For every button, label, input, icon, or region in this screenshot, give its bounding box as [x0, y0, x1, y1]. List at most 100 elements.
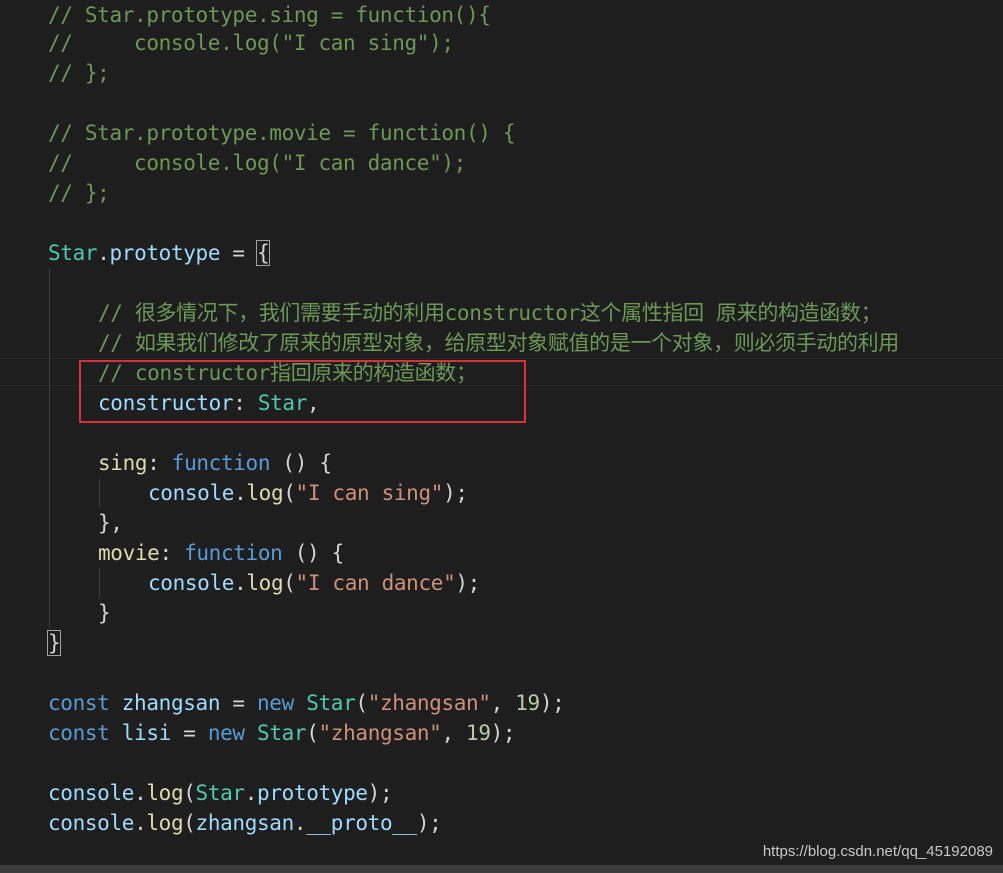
punctuation-token: );	[416, 811, 442, 835]
punctuation-token: .	[244, 781, 258, 805]
punctuation-token: () {	[270, 451, 332, 475]
comment: // };	[48, 61, 110, 85]
code-line: console.log("I can sing");	[148, 478, 468, 508]
comment: // };	[48, 181, 110, 205]
class-token: Star	[306, 691, 356, 715]
punctuation-token	[109, 691, 121, 715]
variable-token: lisi	[121, 721, 172, 745]
code-line: // 很多情况下，我们需要手动的利用constructor这个属性指回 原来的构…	[98, 298, 882, 328]
punctuation-token: }	[98, 601, 111, 625]
variable-token: zhangsan	[121, 691, 221, 715]
code-line: console.log(zhangsan.__proto__);	[48, 808, 442, 838]
class-token: Star	[195, 781, 246, 805]
code-line: movie: function () {	[98, 538, 344, 568]
punctuation-token: );	[490, 721, 516, 745]
method-name-token: sing	[98, 451, 148, 475]
variable-token: console	[148, 571, 235, 595]
punctuation-token: (	[283, 571, 296, 595]
code-line: // 如果我们修改了原来的原型对象，给原型对象赋值的是一个对象，则必须手动的利用	[98, 328, 899, 358]
property-token: __proto__	[306, 811, 417, 835]
punctuation-token	[109, 721, 121, 745]
keyword-token: new	[207, 721, 245, 745]
function-token: log	[146, 811, 184, 835]
punctuation-token	[245, 721, 257, 745]
punctuation-token: },	[98, 511, 123, 535]
code-line: // console.log("I can dance");	[48, 148, 466, 178]
punctuation-token: (	[355, 691, 368, 715]
function-token: log	[246, 481, 284, 505]
string-token: "zhangsan"	[367, 691, 491, 715]
punctuation-token: :	[147, 451, 172, 475]
code-line: // Star.prototype.movie = function() {	[48, 118, 515, 148]
property-token: prototype	[109, 241, 221, 265]
code-line: // console.log("I can sing");	[48, 28, 454, 58]
comment: // Star.prototype.sing = function(){	[48, 3, 491, 27]
number-token: 19	[466, 721, 491, 745]
punctuation-token: .	[234, 571, 247, 595]
keyword-token: new	[257, 691, 294, 715]
variable-token: console	[148, 481, 235, 505]
function-token: log	[146, 781, 184, 805]
keyword-token: const	[48, 691, 110, 715]
punctuation-token: =	[170, 721, 208, 745]
punctuation-token: (	[183, 781, 196, 805]
punctuation-token: );	[539, 691, 565, 715]
property-token: prototype	[257, 781, 368, 805]
punctuation-token: ,	[490, 691, 516, 715]
code-line: Star.prototype = {	[48, 238, 271, 268]
string-token: "zhangsan"	[318, 721, 442, 745]
punctuation-token: ,	[441, 721, 467, 745]
comment: // Star.prototype.movie = function() {	[48, 121, 516, 145]
code-line: }	[46, 628, 62, 658]
punctuation-token: );	[367, 781, 393, 805]
code-line: const lisi = new Star("zhangsan", 19);	[48, 718, 516, 748]
class-token: Star	[48, 241, 98, 265]
code-line: const zhangsan = new Star("zhangsan", 19…	[48, 688, 565, 718]
code-line: // };	[48, 58, 110, 88]
comment: // 很多情况下，我们需要手动的利用constructor这个属性指回 原来的构…	[98, 301, 882, 325]
comment: // console.log("I can dance");	[48, 151, 466, 175]
horizontal-scrollbar[interactable]	[0, 865, 1003, 873]
annotation-highlight-box	[79, 360, 526, 423]
punctuation-token: .	[293, 811, 307, 835]
comment: // console.log("I can sing");	[48, 31, 454, 55]
code-line: }	[98, 598, 111, 628]
punctuation-token: (	[183, 811, 196, 835]
string-token: "I can sing"	[295, 481, 444, 505]
bracket-match: {	[255, 240, 271, 266]
punctuation-token: =	[220, 241, 258, 265]
punctuation-token: .	[134, 811, 147, 835]
punctuation-token: .	[134, 781, 147, 805]
code-line: // };	[48, 178, 110, 208]
code-line: console.log(Star.prototype);	[48, 778, 393, 808]
variable-token: zhangsan	[195, 811, 295, 835]
punctuation-token: );	[455, 571, 480, 595]
variable-token: console	[48, 811, 135, 835]
indent-guide	[99, 478, 100, 508]
code-line: sing: function () {	[98, 448, 332, 478]
class-token: Star	[257, 721, 307, 745]
comment: // 如果我们修改了原来的原型对象，给原型对象赋值的是一个对象，则必须手动的利用	[98, 331, 899, 355]
code-line: console.log("I can dance");	[148, 568, 480, 598]
punctuation-token: );	[443, 481, 468, 505]
punctuation-token: (	[283, 481, 296, 505]
number-token: 19	[515, 691, 540, 715]
variable-token: console	[48, 781, 135, 805]
bracket-match: }	[46, 630, 62, 656]
code-editor[interactable]: // Star.prototype.sing = function(){ // …	[0, 0, 1003, 873]
keyword-token: const	[48, 721, 110, 745]
punctuation-token: () {	[282, 541, 345, 565]
watermark-url: https://blog.csdn.net/qq_45192089	[762, 843, 993, 860]
keyword-token: function	[184, 541, 283, 565]
punctuation-token: (	[306, 721, 319, 745]
method-name-token: movie	[98, 541, 160, 565]
keyword-token: function	[171, 451, 271, 475]
punctuation-token: .	[234, 481, 247, 505]
punctuation-token: :	[159, 541, 185, 565]
indent-guide	[49, 268, 50, 628]
code-line: },	[98, 508, 123, 538]
punctuation-token: =	[220, 691, 258, 715]
string-token: "I can dance"	[295, 571, 456, 595]
punctuation-token	[294, 691, 306, 715]
indent-guide	[99, 568, 100, 598]
